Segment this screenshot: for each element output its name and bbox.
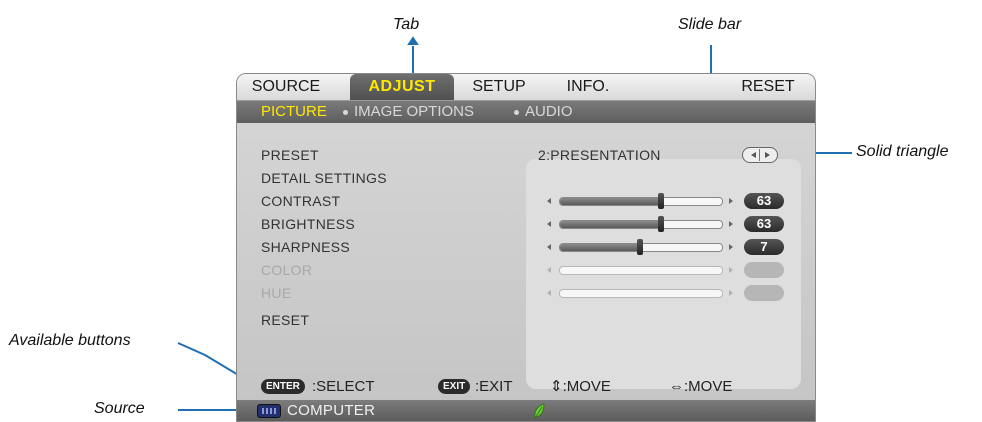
slider-left-icon[interactable] bbox=[547, 198, 551, 204]
slider-knob[interactable] bbox=[658, 193, 665, 209]
contrast-slider[interactable]: 63 bbox=[547, 193, 804, 209]
slider-fill bbox=[560, 244, 641, 251]
triangle-left-icon[interactable] bbox=[751, 152, 756, 158]
slider-left-icon bbox=[547, 267, 551, 273]
source-label: COMPUTER bbox=[287, 402, 376, 419]
move-vertical-text: ⇕:MOVE bbox=[550, 378, 611, 395]
tab-source[interactable]: SOURCE bbox=[249, 74, 323, 100]
tab-adjust[interactable]: ADJUST bbox=[350, 74, 454, 100]
slider-right-icon bbox=[729, 290, 733, 296]
contrast-value: 63 bbox=[744, 193, 784, 209]
source-bar: COMPUTER bbox=[237, 400, 815, 421]
available-buttons-callout: Available buttons bbox=[9, 332, 131, 349]
setting-detail-settings[interactable]: DETAIL SETTINGS bbox=[261, 170, 387, 186]
slider-track bbox=[559, 266, 723, 275]
leaf-icon bbox=[534, 403, 545, 419]
enter-select-text: :SELECT bbox=[312, 378, 375, 395]
setting-sharpness[interactable]: SHARPNESS bbox=[261, 239, 350, 255]
slider-left-icon bbox=[547, 290, 551, 296]
subtab-separator bbox=[514, 110, 519, 115]
preset-value: 2:PRESENTATION bbox=[538, 147, 661, 163]
slider-track bbox=[559, 289, 723, 298]
slider-fill bbox=[560, 198, 663, 205]
move-horizontal-text: ⇔:MOVE bbox=[669, 378, 733, 395]
solid-triangle-callout: Solid triangle bbox=[856, 143, 949, 160]
setting-reset[interactable]: RESET bbox=[261, 312, 309, 328]
slider-left-icon[interactable] bbox=[547, 221, 551, 227]
exit-text: :EXIT bbox=[475, 378, 513, 395]
setting-color: COLOR bbox=[261, 262, 313, 278]
setting-preset[interactable]: PRESET bbox=[261, 147, 319, 163]
slider-knob[interactable] bbox=[637, 239, 643, 255]
setting-hue: HUE bbox=[261, 285, 292, 301]
exit-button-badge: EXIT bbox=[438, 379, 471, 394]
subtab-separator bbox=[343, 110, 348, 115]
sharpness-slider[interactable]: 7 bbox=[547, 239, 804, 255]
slider-fill bbox=[560, 221, 663, 228]
subtab-image-options[interactable]: IMAGE OPTIONS bbox=[354, 101, 474, 123]
slider-right-icon[interactable] bbox=[729, 198, 733, 204]
setting-brightness[interactable]: BRIGHTNESS bbox=[261, 216, 355, 232]
hue-value bbox=[744, 285, 784, 301]
slider-track[interactable] bbox=[559, 220, 723, 229]
slider-right-icon[interactable] bbox=[729, 221, 733, 227]
preset-selector[interactable] bbox=[742, 147, 778, 163]
monitor-icon bbox=[257, 404, 281, 418]
slider-left-icon[interactable] bbox=[547, 244, 551, 250]
enter-button-badge: ENTER bbox=[261, 379, 305, 394]
subtab-audio[interactable]: AUDIO bbox=[525, 101, 573, 123]
setting-contrast[interactable]: CONTRAST bbox=[261, 193, 340, 209]
hue-slider bbox=[547, 285, 804, 301]
tab-callout-arrow bbox=[407, 36, 419, 45]
tab-reset[interactable]: RESET bbox=[733, 74, 803, 100]
sharpness-value: 7 bbox=[744, 239, 784, 255]
slider-right-icon bbox=[729, 267, 733, 273]
subtab-picture[interactable]: PICTURE bbox=[261, 101, 327, 123]
onscreen-menu: SOURCE ADJUST SETUP INFO. RESET PICTURE … bbox=[236, 73, 816, 422]
source-callout: Source bbox=[94, 400, 145, 417]
tab-info[interactable]: INFO. bbox=[557, 74, 619, 100]
color-slider bbox=[547, 262, 804, 278]
slide-bar-callout: Slide bar bbox=[678, 16, 742, 33]
available-buttons-bar: ENTER :SELECT EXIT :EXIT ⇕:MOVE ⇔:MOVE bbox=[237, 378, 815, 396]
brightness-value: 63 bbox=[744, 216, 784, 232]
brightness-slider[interactable]: 63 bbox=[547, 216, 804, 232]
tab-callout: Tab bbox=[393, 16, 420, 33]
triangle-right-icon[interactable] bbox=[765, 152, 770, 158]
tab-setup[interactable]: SETUP bbox=[463, 74, 535, 100]
color-value bbox=[744, 262, 784, 278]
tab-bar: SOURCE ADJUST SETUP INFO. RESET bbox=[237, 74, 815, 101]
slider-right-icon[interactable] bbox=[729, 244, 733, 250]
slider-knob[interactable] bbox=[658, 216, 665, 232]
subtab-bar: PICTURE IMAGE OPTIONS AUDIO bbox=[237, 101, 815, 123]
slider-track[interactable] bbox=[559, 197, 723, 206]
